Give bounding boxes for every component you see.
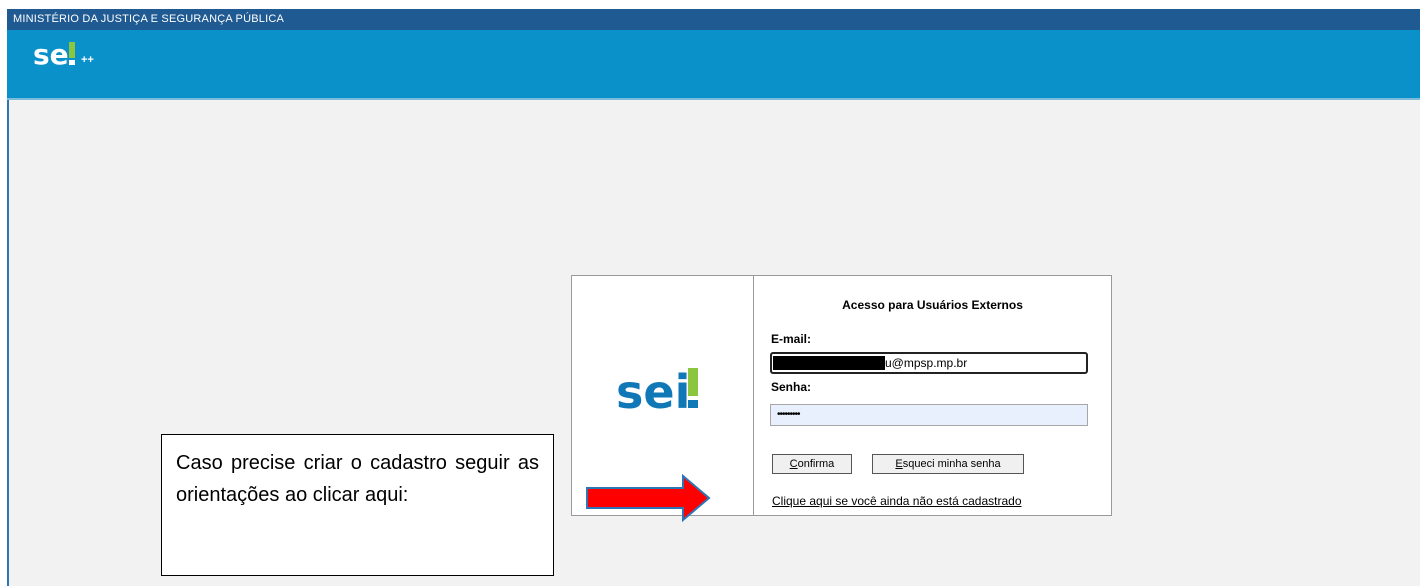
login-form: Acesso para Usuários Externos E-mail: u@… [754,276,1111,515]
svg-text:sei: sei [616,365,690,419]
form-title: Acesso para Usuários Externos [842,298,1023,312]
government-bar-text: MINISTÉRIO DA JUSTIÇA E SEGURANÇA PÚBLIC… [13,13,285,25]
svg-text:se: se [33,38,69,70]
password-label: Senha: [771,380,812,394]
logo-suffix: ++ [81,54,94,66]
callout-text: Caso precise criar o cadastro seguir as … [176,452,539,506]
forgot-label: squeci minha senha [902,458,1001,470]
callout-box: Caso precise criar o cadastro seguir as … [161,434,554,576]
register-link[interactable]: Clique aqui se você ainda não está cadas… [772,494,1022,508]
email-value: u@mpsp.mp.br [885,356,968,370]
confirm-accel: C [789,458,798,470]
password-field[interactable]: ••••••••• [770,404,1088,426]
government-bar: MINISTÉRIO DA JUSTIÇA E SEGURANÇA PÚBLIC… [7,9,1420,30]
right-arrow-icon [585,473,713,527]
email-label: E-mail: [771,332,812,346]
forgot-password-button[interactable]: Esqueci minha senha [872,454,1024,474]
redacted-text [773,356,885,370]
header: se ++ [7,30,1420,100]
confirm-button[interactable]: Confirma [772,454,852,474]
sei-logo[interactable]: se [33,38,81,70]
email-field[interactable]: u@mpsp.mp.br [770,352,1088,374]
sei-logo-large: sei [616,362,712,427]
confirm-label: onfirma [797,458,835,470]
forgot-accel: E [895,458,903,470]
password-value: ••••••••• [777,409,800,420]
